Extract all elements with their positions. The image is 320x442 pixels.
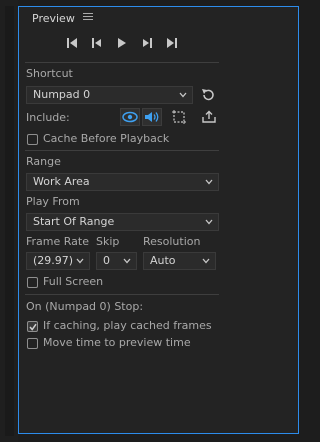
frame-rate-value: (29.97) bbox=[33, 254, 74, 267]
first-frame-icon bbox=[67, 38, 77, 48]
shortcut-dropdown[interactable]: Numpad 0 bbox=[26, 86, 193, 104]
first-frame-button[interactable] bbox=[65, 37, 79, 49]
divider bbox=[25, 294, 219, 295]
range-value: Work Area bbox=[33, 175, 90, 188]
shortcut-label: Shortcut bbox=[26, 67, 73, 80]
include-audio-toggle[interactable] bbox=[142, 108, 162, 126]
chevron-down-icon bbox=[76, 258, 84, 264]
chevron-down-icon bbox=[205, 219, 213, 225]
frame-rate-label: Frame Rate bbox=[26, 235, 89, 248]
transport-controls bbox=[65, 37, 179, 49]
full-screen-label: Full Screen bbox=[43, 275, 104, 288]
export-button[interactable] bbox=[201, 109, 217, 125]
checkmark-icon bbox=[29, 323, 37, 331]
reset-icon bbox=[202, 89, 214, 101]
play-icon bbox=[118, 38, 126, 48]
play-from-label: Play From bbox=[26, 195, 80, 208]
skip-dropdown[interactable]: 0 bbox=[96, 252, 137, 270]
eye-icon bbox=[122, 111, 138, 123]
last-frame-button[interactable] bbox=[165, 37, 179, 49]
if-caching-label: If caching, play cached frames bbox=[43, 319, 212, 332]
last-frame-icon bbox=[167, 38, 177, 48]
next-frame-button[interactable] bbox=[140, 37, 154, 49]
skip-label: Skip bbox=[96, 235, 120, 248]
chevron-down-icon bbox=[205, 179, 213, 185]
resolution-label: Resolution bbox=[143, 235, 201, 248]
cache-before-playback-checkbox[interactable] bbox=[27, 134, 38, 145]
range-dropdown[interactable]: Work Area bbox=[26, 173, 219, 191]
play-from-value: Start Of Range bbox=[33, 215, 115, 228]
include-video-toggle[interactable] bbox=[120, 108, 140, 126]
previous-frame-button[interactable] bbox=[90, 37, 104, 49]
chevron-down-icon bbox=[179, 92, 187, 98]
include-overlays-toggle[interactable] bbox=[171, 109, 187, 125]
if-caching-checkbox[interactable] bbox=[27, 321, 38, 332]
resolution-dropdown[interactable]: Auto bbox=[143, 252, 216, 270]
chevron-down-icon bbox=[202, 258, 210, 264]
speaker-icon bbox=[145, 112, 159, 122]
preview-panel: Preview Shortcut Numpad 0 Include: Cache… bbox=[18, 6, 299, 434]
shortcut-value: Numpad 0 bbox=[33, 88, 91, 101]
left-docked-column bbox=[0, 0, 18, 442]
stop-label: On (Numpad 0) Stop: bbox=[26, 300, 144, 313]
skip-value: 0 bbox=[103, 254, 110, 267]
reset-shortcut-button[interactable] bbox=[200, 87, 216, 103]
cache-before-playback-label: Cache Before Playback bbox=[43, 132, 170, 145]
divider bbox=[25, 150, 219, 151]
play-from-dropdown[interactable]: Start Of Range bbox=[26, 213, 219, 231]
frame-rate-dropdown[interactable]: (29.97) bbox=[26, 252, 90, 270]
full-screen-checkbox[interactable] bbox=[27, 277, 38, 288]
previous-frame-icon bbox=[92, 38, 101, 48]
range-label: Range bbox=[26, 155, 61, 168]
divider bbox=[25, 62, 219, 63]
chevron-down-icon bbox=[123, 258, 131, 264]
move-time-label: Move time to preview time bbox=[43, 336, 191, 349]
panel-menu-icon[interactable] bbox=[83, 11, 93, 22]
next-frame-icon bbox=[143, 38, 152, 48]
export-icon bbox=[202, 110, 216, 123]
left-column-inner bbox=[5, 6, 14, 436]
resolution-value: Auto bbox=[150, 254, 176, 267]
overlay-frame-icon bbox=[172, 110, 186, 124]
include-label: Include: bbox=[26, 111, 70, 124]
panel-title[interactable]: Preview bbox=[32, 12, 75, 25]
move-time-checkbox[interactable] bbox=[27, 338, 38, 349]
play-button[interactable] bbox=[115, 37, 129, 49]
